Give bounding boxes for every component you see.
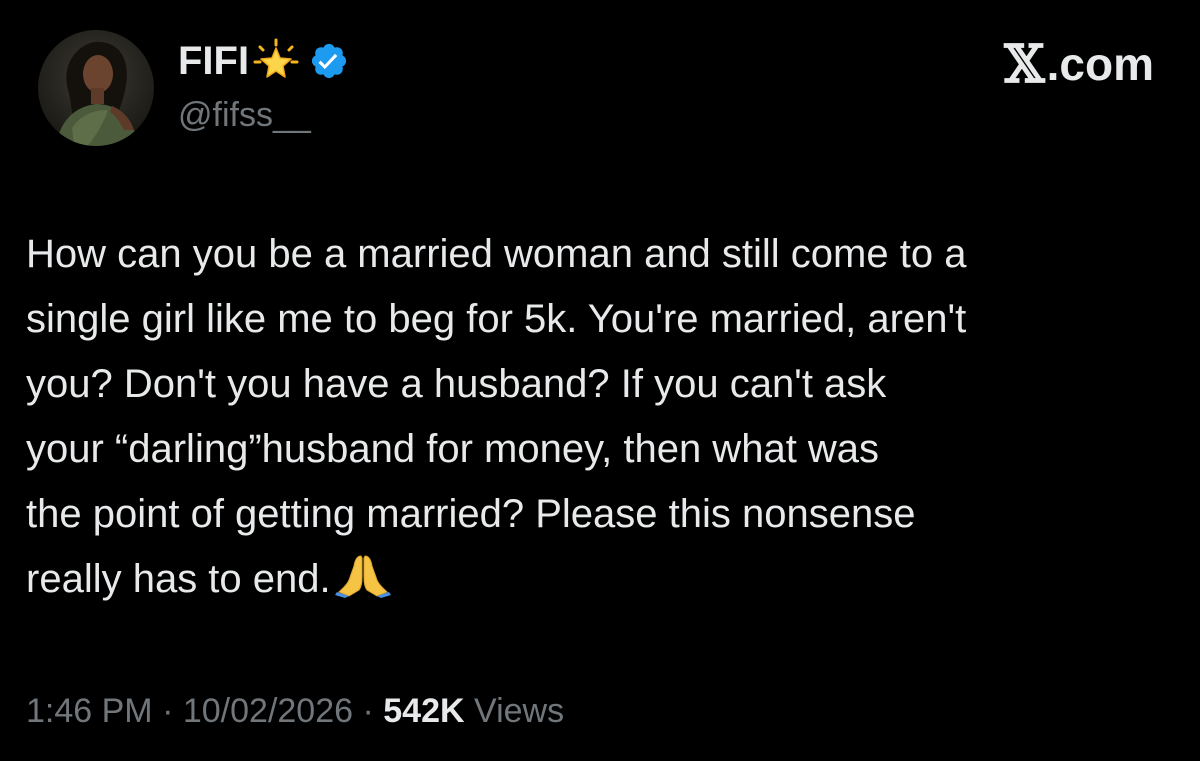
tweet-meta: 1:46 PM · 10/02/2026 · 542K Views: [26, 692, 564, 731]
folded-hands-icon: [334, 552, 391, 598]
tweet-time[interactable]: 1:46 PM: [26, 692, 153, 730]
tweet-line: really has to end.: [26, 557, 331, 601]
brand-suffix: .com: [1046, 38, 1154, 90]
tweet-line: you? Don't you have a husband? If you ca…: [26, 362, 887, 406]
tweet-date[interactable]: 10/02/2026: [183, 692, 353, 730]
meta-separator: ·: [162, 692, 174, 730]
x-logo-icon: 𝕏: [1004, 33, 1045, 95]
meta-separator: ·: [362, 692, 374, 730]
author-name-row[interactable]: FIFI: [178, 34, 349, 88]
display-name[interactable]: FIFI: [178, 39, 249, 84]
glowing-star-icon: [253, 38, 299, 84]
author-handle[interactable]: @fifss__: [178, 96, 311, 135]
x-com-logo: 𝕏 .com: [1004, 33, 1154, 95]
views-label: Views: [474, 692, 565, 730]
tweet-line: your “darling”husband for money, then wh…: [26, 427, 880, 471]
avatar[interactable]: [38, 30, 154, 146]
tweet-card: FIFI @fifss__ 𝕏 .com How can you be a ma…: [0, 0, 1200, 761]
tweet-line: How can you be a married woman and still…: [26, 232, 967, 276]
avatar-image: [38, 30, 154, 146]
verified-badge-icon[interactable]: [309, 41, 349, 81]
tweet-last-line: really has to end.: [26, 547, 1186, 612]
tweet-text: How can you be a married woman and still…: [26, 222, 1186, 612]
tweet-line: single girl like me to beg for 5k. You'r…: [26, 297, 967, 341]
views-count[interactable]: 542K: [383, 692, 464, 730]
tweet-line: the point of getting married? Please thi…: [26, 492, 916, 536]
